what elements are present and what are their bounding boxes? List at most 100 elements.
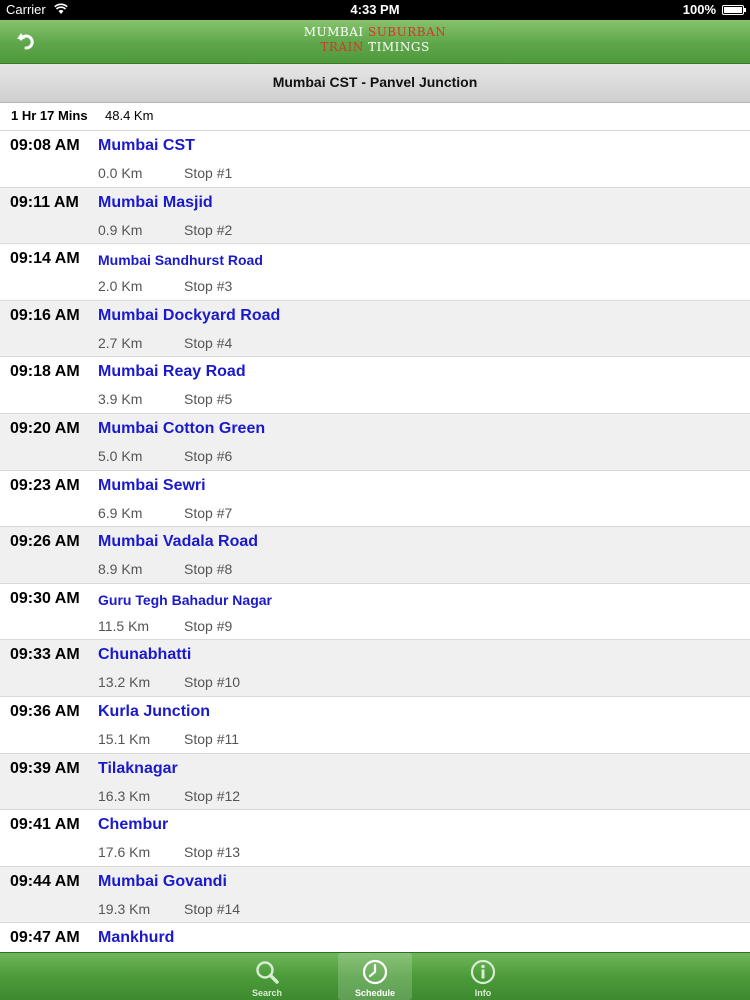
stop-time: 09:30 AM xyxy=(10,589,80,607)
station-name: Mumbai Cotton Green xyxy=(98,419,266,437)
logo-word-timings: TIMINGS xyxy=(368,40,430,54)
station-name: Chunabhatti xyxy=(98,646,192,664)
stop-time: 09:41 AM xyxy=(10,816,80,834)
stop-row[interactable]: 09:36 AM Kurla Junction 15.1 Km Stop #11 xyxy=(0,696,750,754)
logo-word-mumbai: MUMBAI xyxy=(303,25,364,39)
tab-search-label: Search xyxy=(251,988,283,998)
route-distance: 48.4 Km xyxy=(105,108,154,123)
stop-distance: 2.0 Km xyxy=(98,278,143,295)
station-name: Mumbai Sandhurst Road xyxy=(98,252,263,269)
stop-distance: 5.0 Km xyxy=(98,447,143,464)
station-name: Mumbai Vadala Road xyxy=(98,533,259,551)
tab-info[interactable]: Info xyxy=(446,953,520,1000)
stop-distance: 2.7 Km xyxy=(98,334,143,351)
stop-time: 09:26 AM xyxy=(10,533,80,551)
stop-number: Stop #12 xyxy=(184,787,241,804)
stop-distance: 0.9 Km xyxy=(98,221,143,238)
stop-distance: 16.3 Km xyxy=(98,787,151,804)
stop-time: 09:47 AM xyxy=(10,929,80,947)
stop-row[interactable]: 09:26 AM Mumbai Vadala Road 8.9 Km Stop #8 xyxy=(0,527,750,584)
stop-time: 09:14 AM xyxy=(10,250,80,268)
station-name: Mankhurd xyxy=(98,929,175,947)
stop-distance: 3.9 Km xyxy=(98,391,143,408)
stop-time: 09:16 AM xyxy=(10,306,80,324)
route-duration: 1 Hr 17 Mins xyxy=(11,108,88,123)
stop-time: 09:39 AM xyxy=(10,759,80,777)
info-icon xyxy=(470,959,496,985)
tab-bar: Search Schedule Info xyxy=(0,952,750,1000)
logo-word-suburban: SUBURBAN xyxy=(367,25,447,39)
tab-schedule[interactable]: Schedule xyxy=(338,953,412,1000)
stop-distance: 13.2 Km xyxy=(98,674,151,691)
undo-arrow-icon xyxy=(17,33,34,50)
stop-time: 09:20 AM xyxy=(10,419,80,437)
stop-number: Stop #2 xyxy=(184,221,233,238)
stop-number: Stop #8 xyxy=(184,561,233,578)
stop-distance: 11.5 Km xyxy=(98,617,150,634)
stop-row[interactable]: 09:14 AM Mumbai Sandhurst Road 2.0 Km Stop … xyxy=(0,244,750,301)
stop-time: 09:23 AM xyxy=(10,476,80,494)
stop-row[interactable]: 09:08 AM Mumbai CST 0.0 Km Stop #1 xyxy=(0,131,750,188)
stop-row[interactable]: 09:41 AM Chembur 17.6 Km Stop #13 xyxy=(0,810,750,867)
station-name: Mumbai Dockyard Road xyxy=(98,306,281,324)
stop-time: 09:36 AM xyxy=(10,702,80,720)
stop-row[interactable]: 09:11 AM Mumbai Masjid 0.9 Km Stop #2 xyxy=(0,187,750,245)
nav-bar: MUMBAI SUBURBAN TRAIN TIMINGS xyxy=(0,20,750,64)
status-time: 4:33 PM xyxy=(350,2,400,17)
back-button[interactable] xyxy=(12,28,40,54)
station-name: Guru Tegh Bahadur Nagar xyxy=(98,591,272,608)
station-name: Mumbai CST xyxy=(98,137,195,154)
station-name: Mumbai Govandi xyxy=(98,872,227,890)
stop-list[interactable]: 09:08 AM Mumbai CST 0.0 Km Stop #1 09:11 AM M… xyxy=(0,131,750,952)
stop-distance: 19.3 Km xyxy=(98,900,151,917)
stop-number: Stop #13 xyxy=(184,844,241,861)
stop-number: Stop #3 xyxy=(184,278,233,295)
stop-time: 09:08 AM xyxy=(10,137,80,154)
app-logo: MUMBAI SUBURBAN TRAIN TIMINGS xyxy=(300,25,450,55)
stop-row[interactable]: 09:39 AM Tilaknagar 16.3 Km Stop #12 xyxy=(0,753,750,811)
search-icon xyxy=(256,961,279,984)
battery-percent: 100% xyxy=(682,2,716,17)
stop-row[interactable]: 09:18 AM Mumbai Reay Road 3.9 Km Stop #5 xyxy=(0,357,750,414)
stop-number: Stop #5 xyxy=(184,391,233,408)
stop-number: Stop #14 xyxy=(184,900,241,917)
tab-search[interactable]: Search xyxy=(230,953,304,1000)
stop-distance: 15.1 Km xyxy=(98,730,151,747)
stop-number: Stop #11 xyxy=(184,730,240,747)
stop-time: 09:18 AM xyxy=(10,363,80,381)
stop-row[interactable]: 09:30 AM Guru Tegh Bahadur Nagar 11.5 Km St… xyxy=(0,583,750,641)
logo-word-train: TRAIN xyxy=(320,40,364,54)
station-name: Kurla Junction xyxy=(98,702,211,720)
route-summary: 1 Hr 17 Mins 48.4 Km xyxy=(0,103,750,131)
stop-distance: 6.9 Km xyxy=(98,504,143,521)
stop-number: Stop #4 xyxy=(184,334,233,351)
clock-icon xyxy=(362,959,388,985)
station-name: Tilaknagar xyxy=(98,759,178,777)
stop-time: 09:33 AM xyxy=(10,646,80,664)
station-name: Mumbai Masjid xyxy=(98,193,213,211)
stop-distance: 17.6 Km xyxy=(98,844,151,861)
stop-number: Stop #9 xyxy=(184,617,233,634)
status-bar: Carrier 4:33 PM 100% xyxy=(0,0,750,20)
station-name: Chembur xyxy=(98,816,169,834)
stop-row[interactable]: 09:23 AM Mumbai Sewri 6.9 Km Stop #7 xyxy=(0,470,750,528)
stop-number: Stop #1 xyxy=(184,165,233,181)
station-name: Mumbai Sewri xyxy=(98,476,206,494)
stop-time: 09:11 AM xyxy=(10,193,79,211)
stop-row[interactable]: 09:47 AM Mankhurd xyxy=(0,923,750,952)
stop-number: Stop #7 xyxy=(184,504,233,521)
stop-number: Stop #10 xyxy=(184,674,241,691)
station-name: Mumbai Reay Road xyxy=(98,363,246,381)
stop-distance: 0.0 Km xyxy=(98,165,143,181)
stop-distance: 8.9 Km xyxy=(98,561,143,578)
stop-number: Stop #6 xyxy=(184,447,233,464)
route-title: Mumbai CST - Panvel Junction xyxy=(0,64,750,103)
tab-info-label: Info xyxy=(474,988,492,998)
stop-row[interactable]: 09:20 AM Mumbai Cotton Green 5.0 Km Stop #6 xyxy=(0,413,750,471)
stop-row[interactable]: 09:33 AM Chunabhatti 13.2 Km Stop #10 xyxy=(0,640,750,697)
battery-icon xyxy=(722,5,746,15)
stop-time: 09:44 AM xyxy=(10,872,80,890)
stop-row[interactable]: 09:16 AM Mumbai Dockyard Road 2.7 Km Stop #… xyxy=(0,300,750,358)
tab-schedule-label: Schedule xyxy=(354,988,395,998)
stop-row[interactable]: 09:44 AM Mumbai Govandi 19.3 Km Stop #14 xyxy=(0,866,750,924)
